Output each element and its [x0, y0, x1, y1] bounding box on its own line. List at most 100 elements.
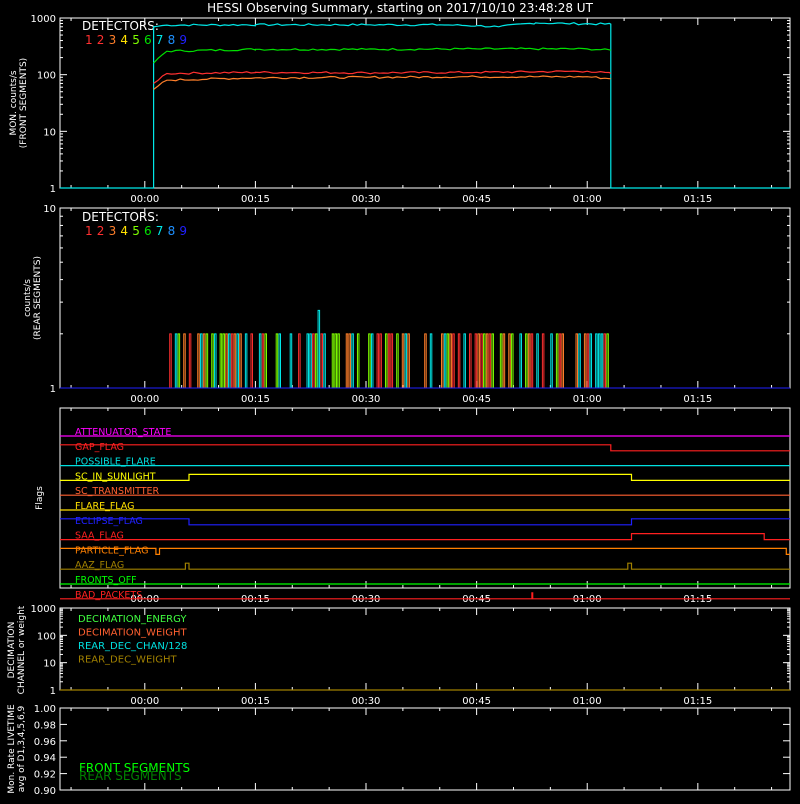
livetime-panel-ylabel: avg of D1,3,4,5,6,9	[17, 705, 27, 792]
rear-count-spike	[236, 333, 239, 388]
rear-count-spike	[228, 333, 231, 388]
rear-count-spike	[244, 333, 248, 388]
rear-panel-legend-detector: 9	[179, 224, 187, 238]
rear-count-spike	[370, 333, 374, 388]
rear-panel-xtick-label: 01:00	[573, 394, 602, 405]
front-series-det-6	[153, 47, 611, 64]
rear-count-spike	[401, 333, 405, 388]
rear-panel-legend-title: DETECTORS:	[82, 210, 159, 224]
livetime-panel-ytick-label: 0.96	[34, 737, 56, 748]
rear-count-spike	[457, 333, 461, 388]
rear-count-spike	[597, 333, 601, 388]
rear-panel-legend-detector: 8	[168, 224, 176, 238]
rear-count-spike	[446, 333, 450, 388]
rear-count-spike	[387, 333, 391, 388]
rear-panel-xtick-label: 00:30	[352, 394, 381, 405]
rear-count-spike	[309, 333, 312, 388]
rear-count-spike	[183, 333, 186, 388]
rear-count-spike	[314, 333, 318, 388]
rear-count-spike	[211, 333, 214, 388]
rear-count-spike	[429, 333, 433, 388]
front-panel-xtick-label: 00:30	[352, 194, 381, 205]
flag-label: POSSIBLE_FLARE	[75, 457, 156, 468]
decimation-panel-xtick-label: 00:00	[130, 696, 159, 707]
livetime-panel-ytick-label: 0.90	[34, 786, 56, 797]
flag-line	[60, 518, 790, 526]
decimation-panel-xtick-label: 00:15	[241, 696, 270, 707]
rear-count-spike	[404, 333, 408, 388]
rear-count-spike	[174, 333, 178, 388]
rear-count-spike	[177, 333, 181, 388]
flag-line	[60, 562, 790, 570]
flag-label: BAD_PACKETS	[75, 590, 142, 601]
rear-panel-legend-detector: 3	[109, 224, 117, 238]
rear-count-spike	[499, 333, 503, 388]
flag-label: PARTICLE_FLAG	[75, 545, 148, 556]
rear-count-spike	[603, 333, 607, 388]
flag-line	[60, 592, 790, 600]
rear-count-spike	[441, 333, 444, 388]
rear-count-spike	[200, 333, 203, 388]
rear-panel-ylabel: counts/s	[23, 279, 33, 317]
rear-count-spike	[275, 333, 279, 388]
flag-line	[60, 533, 790, 541]
decimation-legend-item: REAR_DEC_CHAN/128	[78, 641, 187, 652]
rear-count-spike	[550, 333, 553, 388]
rear-count-spike	[379, 333, 382, 388]
rear-count-spike	[483, 333, 486, 388]
front-panel-ytick-label: 10	[43, 127, 56, 138]
flags-panel-ylabel: Flags	[35, 486, 45, 510]
flag-line	[60, 547, 790, 555]
livetime-legend-item: REAR SEGMENTS	[79, 769, 182, 783]
rear-count-spike	[536, 333, 539, 388]
flag-label: ECLIPSE_FLAG	[75, 516, 143, 527]
rear-count-spike	[561, 333, 565, 388]
rear-count-spike	[463, 333, 466, 388]
front-panel-xtick-label: 00:45	[462, 194, 491, 205]
rear-count-spike	[477, 333, 480, 388]
front-panel-xtick-label: 01:15	[683, 194, 712, 205]
rear-count-spike	[558, 333, 562, 388]
rear-count-spike	[491, 333, 494, 388]
front-panel-ytick-label: 100	[37, 71, 56, 82]
rear-count-spike	[264, 333, 267, 388]
front-series-det-7	[60, 22, 790, 189]
observing-summary-chart: HESSI Observing Summary, starting on 201…	[7, 1, 791, 797]
front-panel-xtick-label: 00:15	[241, 194, 270, 205]
rear-count-spike	[530, 333, 534, 388]
livetime-panel-ytick-label: 0.98	[34, 720, 56, 731]
rear-count-spike	[188, 333, 192, 388]
rear-count-spike	[250, 333, 253, 388]
rear-count-spike	[508, 333, 511, 388]
rear-count-spike	[345, 333, 349, 388]
rear-count-spike	[230, 333, 234, 388]
front-panel-legend-detector: 3	[109, 33, 117, 47]
rear-count-spike	[474, 333, 478, 388]
decimation-panel-xtick-label: 00:45	[462, 696, 491, 707]
livetime-panel-ytick-label: 0.92	[34, 770, 56, 781]
rear-panel-ytick-label: 10	[43, 204, 56, 215]
chart-title: HESSI Observing Summary, starting on 201…	[207, 1, 593, 15]
rear-count-spike	[331, 333, 335, 388]
rear-count-spike	[583, 333, 587, 388]
rear-count-spike	[586, 333, 590, 388]
flags-panel-xtick-label: 00:15	[241, 594, 270, 605]
decimation-panel-ytick-label: 10	[43, 659, 56, 670]
decimation-legend-item: REAR_DEC_WEIGHT	[78, 655, 177, 666]
rear-count-spike	[469, 333, 472, 388]
rear-count-spike	[205, 333, 209, 388]
flag-label: FLARE_FLAG	[75, 501, 135, 512]
flag-label: SC_TRANSMITTER	[75, 486, 160, 497]
front-series-det-3	[153, 75, 611, 90]
front-panel-xtick-label: 00:00	[130, 194, 159, 205]
rear-count-spike	[511, 333, 514, 388]
rear-count-spike	[575, 333, 579, 388]
rear-count-spike	[390, 333, 394, 388]
rear-count-spike	[334, 333, 338, 388]
decimation-panel-ylabel: CHANNEL or weight	[17, 605, 27, 694]
front-panel-legend-detector: 7	[156, 33, 164, 47]
flag-line	[60, 444, 790, 452]
rear-count-spike	[351, 333, 354, 388]
flags-panel-xtick-label: 00:30	[352, 594, 381, 605]
rear-count-spike	[449, 333, 452, 388]
